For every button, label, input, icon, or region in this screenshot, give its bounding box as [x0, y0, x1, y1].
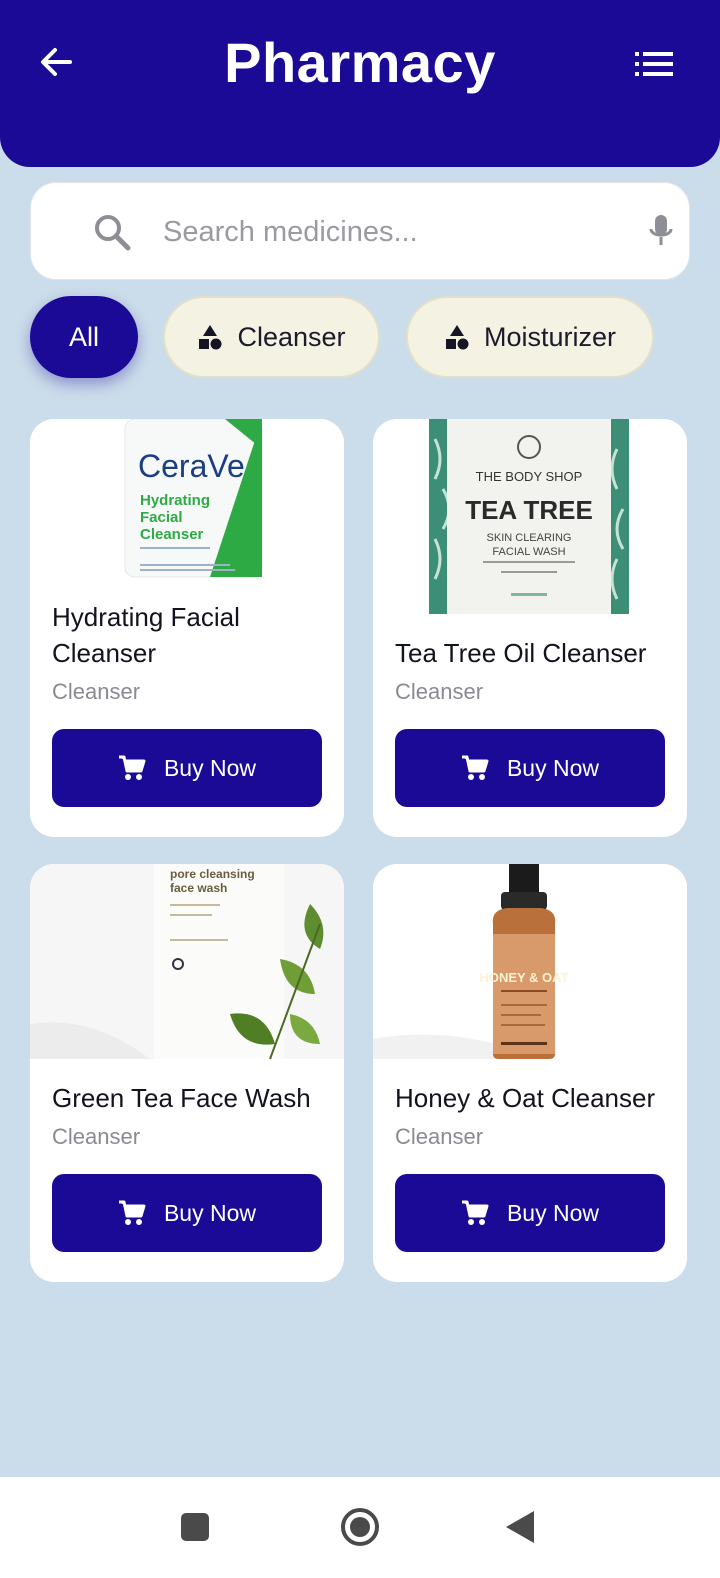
buy-now-label: Buy Now	[163, 1199, 257, 1226]
product-image: THE BODY SHOP TEA TREE SKIN CLEARING FAC…	[373, 419, 687, 614]
filter-chip-label: Cleanser	[237, 321, 346, 352]
buy-now-button[interactable]: Buy Now	[52, 729, 322, 807]
search-input[interactable]	[163, 211, 603, 253]
filter-chip-moisturizer[interactable]: Moisturizer	[406, 296, 654, 378]
product-image: HONEY & OAT	[373, 864, 687, 1059]
cart-icon	[461, 755, 489, 780]
filter-chip-label: All	[68, 321, 99, 352]
product-name: Tea Tree Oil Cleanser	[395, 638, 647, 668]
product-category: Cleanser	[52, 679, 141, 704]
buy-now-button[interactable]: Buy Now	[395, 729, 665, 807]
cart-icon	[118, 755, 146, 780]
microphone-icon[interactable]	[649, 213, 673, 249]
search-icon[interactable]	[93, 213, 131, 251]
product-name: Hydrating Facial Cleanser	[52, 602, 240, 668]
list-menu-icon	[635, 52, 673, 76]
back-triangle-icon	[506, 1511, 534, 1543]
product-image-brand: CeraVe	[138, 448, 245, 484]
product-image-line: pore cleansing	[170, 867, 255, 881]
product-card[interactable]: pore cleansing face wash Green Tea Face …	[30, 864, 344, 1282]
product-image-line: face wash	[170, 881, 227, 895]
app-header: Pharmacy	[0, 0, 720, 167]
buy-now-label: Buy Now	[506, 1199, 600, 1226]
buy-now-button[interactable]: Buy Now	[395, 1174, 665, 1252]
product-image: CeraVe Hydrating Facial Cleanser	[30, 419, 344, 614]
product-name: Green Tea Face Wash	[52, 1083, 311, 1113]
system-back-button[interactable]	[498, 1505, 542, 1549]
product-category: Cleanser	[52, 1124, 141, 1149]
product-image: pore cleansing face wash	[30, 864, 344, 1059]
buy-now-label: Buy Now	[163, 754, 257, 781]
product-image-line: TEA TREE	[465, 495, 593, 525]
cart-icon	[118, 1200, 146, 1225]
product-image-line: SKIN CLEARING	[487, 532, 572, 544]
category-shapes-icon	[444, 324, 470, 350]
menu-button[interactable]	[634, 44, 674, 84]
category-shapes-icon	[197, 324, 223, 350]
recents-button[interactable]	[173, 1505, 217, 1549]
product-card[interactable]: HONEY & OAT Honey & Oat Cleanser Cleanse…	[373, 864, 687, 1282]
cart-icon	[461, 1200, 489, 1225]
product-card[interactable]: CeraVe Hydrating Facial Cleanser Hydrati…	[30, 419, 344, 837]
home-button[interactable]	[338, 1505, 382, 1549]
system-nav-bar	[0, 1477, 720, 1578]
buy-now-label: Buy Now	[506, 754, 600, 781]
product-image-line: Cleanser	[140, 526, 204, 543]
buy-now-button[interactable]: Buy Now	[52, 1174, 322, 1252]
filter-chip-cleanser[interactable]: Cleanser	[163, 296, 380, 378]
product-card[interactable]: THE BODY SHOP TEA TREE SKIN CLEARING FAC…	[373, 419, 687, 837]
product-category: Cleanser	[395, 1124, 484, 1149]
filter-chip-all[interactable]: All	[30, 296, 138, 378]
product-image-line: Hydrating	[140, 492, 210, 509]
page-title: Pharmacy	[224, 31, 496, 94]
home-circle-icon	[341, 1508, 379, 1546]
product-image-brand: THE BODY SHOP	[476, 469, 583, 484]
product-name: Honey & Oat Cleanser	[395, 1083, 656, 1113]
product-image-line: Facial	[140, 509, 183, 526]
product-image-line: HONEY & OAT	[479, 970, 568, 985]
recents-square-icon	[181, 1513, 209, 1541]
product-category: Cleanser	[395, 679, 484, 704]
product-image-line: FACIAL WASH	[492, 546, 565, 558]
filter-chip-label: Moisturizer	[483, 321, 617, 352]
search-bar	[30, 182, 690, 280]
